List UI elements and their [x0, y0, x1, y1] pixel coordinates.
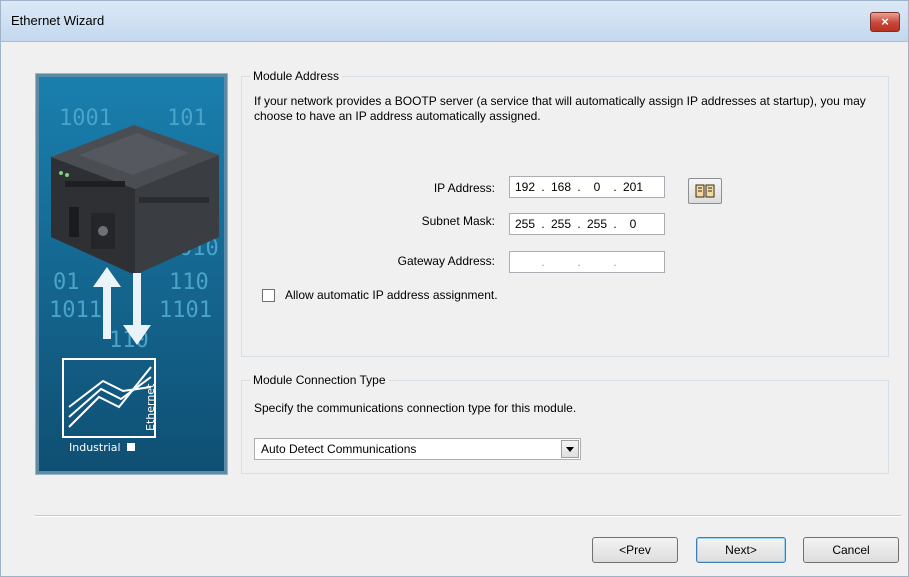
plc-illustration: 1001 101 010 01 110 1011 1101 110 Indust…	[39, 77, 224, 471]
subnet-octet-4[interactable]: 0	[618, 217, 648, 231]
wizard-side-image: 1001 101 010 01 110 1011 1101 110 Indust…	[35, 73, 228, 475]
close-button[interactable]: ×	[870, 12, 900, 32]
footer-divider	[35, 515, 901, 517]
subnet-octet-3[interactable]: 255	[582, 217, 612, 231]
dropdown-button[interactable]	[561, 440, 579, 458]
ip-address-label: IP Address:	[433, 181, 495, 195]
binary-text-5: 110	[169, 270, 209, 295]
binary-text-7: 1101	[159, 298, 212, 323]
connection-type-select[interactable]: Auto Detect Communications	[254, 438, 581, 460]
ip-octet-3[interactable]: 0	[582, 180, 612, 194]
binary-text-6: 1011	[49, 298, 102, 323]
module-address-group: Module Address If your network provides …	[241, 69, 889, 357]
binary-text-2: 101	[167, 106, 207, 131]
logo-vertical-text: Ethernet	[144, 383, 157, 431]
subnet-octet-1[interactable]: 255	[510, 217, 540, 231]
ethernet-wizard-window: Ethernet Wizard × 1001 101 010 01 110 10…	[0, 0, 909, 577]
next-button[interactable]: Next>	[696, 537, 786, 563]
close-icon: ×	[881, 14, 889, 29]
subnet-mask-label: Subnet Mask:	[421, 214, 495, 228]
prev-button[interactable]: <Prev	[592, 537, 678, 563]
ip-address-field[interactable]: 192. 168. 0. 201	[509, 176, 665, 198]
subnet-octet-2[interactable]: 255	[546, 217, 576, 231]
module-address-legend: Module Address	[250, 69, 343, 83]
window-title: Ethernet Wizard	[11, 13, 105, 28]
ip-octet-2[interactable]: 168	[546, 180, 576, 194]
ip-octet-1[interactable]: 192	[510, 180, 540, 194]
title-bar[interactable]: Ethernet Wizard ×	[1, 1, 908, 42]
ip-octet-4[interactable]: 201	[618, 180, 648, 194]
logo-text: Industrial	[69, 441, 121, 454]
module-address-description: If your network provides a BOOTP server …	[254, 94, 866, 123]
connection-type-selected: Auto Detect Communications	[261, 442, 417, 456]
binary-text-1: 1001	[59, 106, 112, 131]
cancel-button[interactable]: Cancel	[803, 537, 899, 563]
gateway-address-field[interactable]: . . .	[509, 251, 665, 273]
address-book-icon	[695, 184, 715, 198]
connection-type-description: Specify the communications connection ty…	[254, 401, 577, 415]
gateway-address-label: Gateway Address:	[397, 254, 495, 268]
auto-assign-label[interactable]: Allow automatic IP address assignment.	[285, 288, 498, 302]
connection-type-legend: Module Connection Type	[250, 373, 389, 387]
subnet-mask-field[interactable]: 255. 255. 255. 0	[509, 213, 665, 235]
binary-text-4: 01	[53, 270, 80, 295]
auto-assign-checkbox[interactable]	[262, 288, 275, 302]
auto-assign-row[interactable]: Allow automatic IP address assignment.	[262, 288, 498, 302]
address-book-button[interactable]	[688, 178, 722, 204]
module-connection-type-group: Module Connection Type Specify the commu…	[241, 373, 889, 474]
chevron-down-icon	[566, 446, 574, 452]
